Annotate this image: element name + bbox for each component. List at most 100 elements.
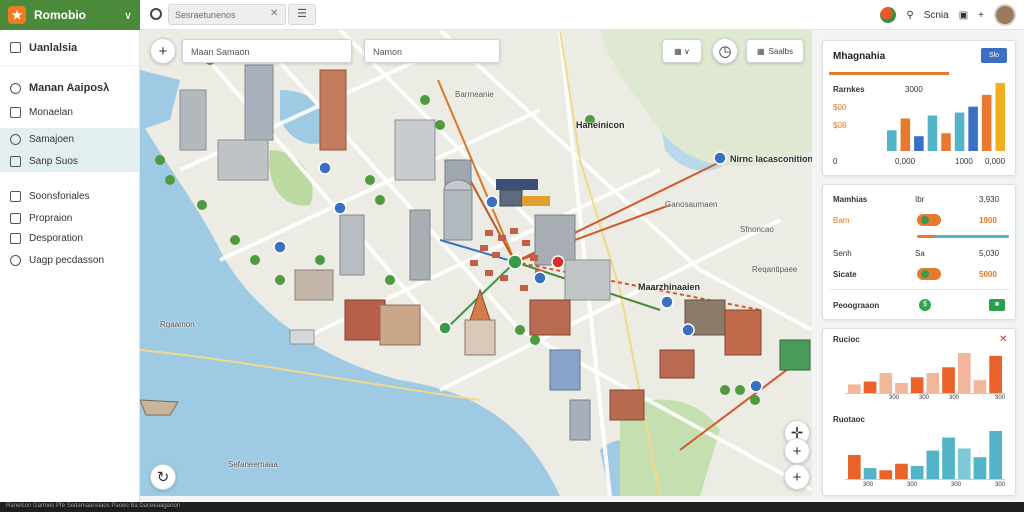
- sidebar-item-3[interactable]: Sanp Suos: [0, 150, 139, 172]
- sidebar-item-label: Manan Aaiposλ: [29, 82, 110, 94]
- metrics-panel: Mamhias Ibr 3,930 Bam 1900 Senh Sa 5,030…: [822, 184, 1016, 320]
- axis-label: 300: [907, 482, 918, 488]
- document-icon: [10, 42, 21, 53]
- metric-toggle[interactable]: [917, 214, 941, 226]
- avatar[interactable]: [994, 4, 1016, 26]
- map-label-5: Barmeanie: [455, 90, 494, 99]
- row-label: 0: [833, 157, 838, 166]
- panel-title: Mhagnahia: [833, 51, 886, 62]
- metric-label: Senh: [833, 249, 852, 258]
- map-small-label-3: Sefaneemaaa: [228, 460, 278, 469]
- chart-bar: [981, 94, 992, 151]
- sidebar-item-4[interactable]: Soonsforiales: [0, 184, 139, 208]
- top-right-tools: ⚲ Scnia ▣ +: [880, 0, 1016, 30]
- dollar-icon: $: [919, 299, 931, 311]
- top-bar: ★ Romobio ∨ Sesraetunenos ✕ ☰ ⚲ Scnia ▣ …: [0, 0, 1024, 30]
- chart-bar: [895, 383, 908, 393]
- chart-bar: [926, 450, 940, 479]
- metric-label: Sicate: [833, 270, 857, 279]
- tag-icon: [10, 190, 21, 202]
- map-label-4: Ganosaumaen: [665, 200, 718, 209]
- row-label: Rarnkes: [833, 85, 865, 94]
- filter-button[interactable]: ☰: [288, 4, 316, 25]
- charts-panel: Rucioc ✕ 300 300 300 300 Ruotaoc 300 300…: [822, 328, 1016, 496]
- zoom-out-button[interactable]: +: [784, 464, 810, 490]
- row-label: $08: [833, 121, 847, 130]
- axis-label: 0,000: [985, 157, 1006, 166]
- chart-bar: [973, 457, 987, 479]
- metric-footer-label: Peoograaon: [833, 301, 880, 310]
- chart-title: Rucioc: [833, 335, 860, 344]
- map-search-input[interactable]: Maan Samaon: [182, 39, 352, 63]
- chart-bar: [989, 431, 1002, 479]
- sidebar-item-label: Monaelan: [29, 106, 73, 118]
- map-filter-input[interactable]: Namon: [364, 39, 500, 63]
- chart-bar: [989, 355, 1002, 393]
- divider: [829, 289, 1011, 290]
- metric-progress: [917, 235, 1009, 238]
- brand-header: ★ Romobio ∨: [0, 0, 140, 30]
- chart-bar: [895, 463, 908, 479]
- chart-bar: [910, 377, 924, 393]
- zoom-in-button[interactable]: +: [784, 438, 810, 464]
- user-menu-label[interactable]: Scnia: [924, 10, 949, 21]
- sidebar-item-6[interactable]: Desporation: [0, 228, 139, 248]
- metric-value: 5,030: [979, 249, 1000, 258]
- bar-chart-2: [848, 431, 1002, 479]
- settings-icon[interactable]: ▣: [959, 10, 968, 21]
- map-small-label-0: Sfnoncao: [740, 225, 774, 234]
- chart-bar: [927, 115, 938, 151]
- list-icon: [10, 232, 21, 244]
- chart-bar: [968, 106, 978, 151]
- chart-bar: [848, 455, 861, 479]
- view-options-button[interactable]: ▦ Saalbs: [746, 39, 804, 63]
- notification-icon[interactable]: [880, 7, 897, 23]
- chart-bar: [973, 380, 987, 393]
- chart-bar: [879, 470, 893, 479]
- chart-bar: [863, 468, 877, 479]
- sidebar-header-label: Uanlalsia: [29, 41, 78, 54]
- search-icon[interactable]: [150, 8, 162, 20]
- sidebar-item-7[interactable]: Uagp pecdasson: [0, 248, 139, 272]
- clear-icon[interactable]: ✕: [270, 8, 278, 19]
- sidebar-header[interactable]: Uanlalsia: [0, 30, 139, 66]
- sidebar-item-2[interactable]: Samajoen: [0, 128, 139, 150]
- map-view[interactable]: Haneinicon Nirnc Iacasconition Maarzhina…: [140, 30, 812, 496]
- chart-bar: [914, 136, 924, 151]
- sidebar-item-5[interactable]: Propraion: [0, 208, 139, 228]
- close-icon[interactable]: ✕: [999, 334, 1007, 345]
- chart-bar: [941, 133, 951, 151]
- add-location-button[interactable]: +: [150, 38, 176, 64]
- status-footer: Ranelcon Garmes Pfe Sedamaansiaos Paoeo …: [0, 502, 1024, 512]
- panel-badge[interactable]: Slo: [981, 48, 1007, 63]
- chart-bar: [957, 353, 971, 393]
- clock-button[interactable]: ◷: [712, 38, 738, 64]
- panel-underline: [829, 72, 949, 75]
- map-small-label-1: Reqantipaee: [752, 265, 798, 274]
- axis-label: 0,000: [895, 157, 916, 166]
- map-label-1: Haneinicon: [576, 120, 625, 130]
- map-settings-button[interactable]: ↻: [150, 464, 176, 490]
- top-search-input[interactable]: Sesraetunenos: [168, 4, 286, 25]
- sidebar-item-0[interactable]: Manan Aaiposλ: [0, 76, 139, 100]
- search-icon-right[interactable]: ⚲: [906, 10, 913, 21]
- add-icon[interactable]: +: [978, 10, 984, 21]
- metric-value: 5000: [979, 270, 997, 279]
- sidebar-item-label: Propraion: [29, 212, 73, 224]
- chart-bar: [957, 448, 971, 479]
- sidebar-item-label: Samajoen: [29, 133, 75, 145]
- chevron-down-icon[interactable]: ∨: [124, 9, 132, 22]
- sidebar-item-1[interactable]: Monaelan: [0, 100, 139, 124]
- axis-label: 300: [951, 482, 962, 488]
- layers-button[interactable]: ▦ ∨: [662, 39, 702, 63]
- metric-label: Bam: [833, 216, 850, 225]
- chart-bar: [942, 437, 955, 479]
- metric-mid: Sa: [915, 249, 925, 258]
- metric-toggle[interactable]: [917, 268, 941, 280]
- user-icon: [10, 82, 21, 94]
- sidebar-item-label: Desporation: [29, 232, 83, 244]
- app-root: ★ Romobio ∨ Sesraetunenos ✕ ☰ ⚲ Scnia ▣ …: [0, 0, 1024, 512]
- chart-bar: [926, 373, 940, 393]
- confirm-button[interactable]: ■: [989, 299, 1005, 311]
- chart-bar: [954, 112, 965, 151]
